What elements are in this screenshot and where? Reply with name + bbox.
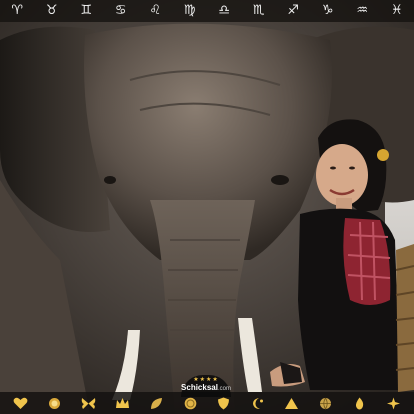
shield-icon[interactable] xyxy=(215,396,232,411)
schicksal-logo[interactable]: ★★★★ Schicksal.com xyxy=(181,375,231,397)
aries-icon[interactable]: ♈ xyxy=(3,0,31,22)
elephant-woman-photo xyxy=(0,0,414,414)
flame-icon[interactable] xyxy=(351,396,368,411)
leo-icon[interactable]: ♌ xyxy=(141,0,169,22)
zodiac-nav-bar: ♈ ♉ ♊ ♋ ♌ ♍ ♎ ♏ ♐ ♑ ♒ ♓ xyxy=(0,0,414,22)
moon-star-icon[interactable] xyxy=(249,396,266,411)
cancer-icon[interactable]: ♋ xyxy=(107,0,135,22)
triangle-icon[interactable] xyxy=(283,396,300,411)
sagittarius-icon[interactable]: ♐ xyxy=(279,0,307,22)
logo-text: Schicksal.com xyxy=(181,383,231,394)
virgo-icon[interactable]: ♍ xyxy=(176,0,204,22)
logo-domain: .com xyxy=(217,386,231,392)
taurus-icon[interactable]: ♉ xyxy=(38,0,66,22)
globe-icon[interactable] xyxy=(317,396,334,411)
gemini-icon[interactable]: ♊ xyxy=(72,0,100,22)
pisces-icon[interactable]: ♓ xyxy=(383,0,411,22)
crown-icon[interactable] xyxy=(114,396,131,411)
coin-icon[interactable] xyxy=(182,396,199,411)
leaf-icon[interactable] xyxy=(148,396,165,411)
butterfly-icon[interactable] xyxy=(80,396,97,411)
aquarius-icon[interactable]: ♒ xyxy=(348,0,376,22)
scorpio-icon[interactable]: ♏ xyxy=(245,0,273,22)
heart-icon[interactable] xyxy=(12,396,29,411)
libra-icon[interactable]: ♎ xyxy=(210,0,238,22)
lion-icon[interactable] xyxy=(46,396,63,411)
sparkle-icon[interactable] xyxy=(385,396,402,411)
capricorn-icon[interactable]: ♑ xyxy=(314,0,342,22)
logo-name: Schicksal xyxy=(181,383,218,392)
